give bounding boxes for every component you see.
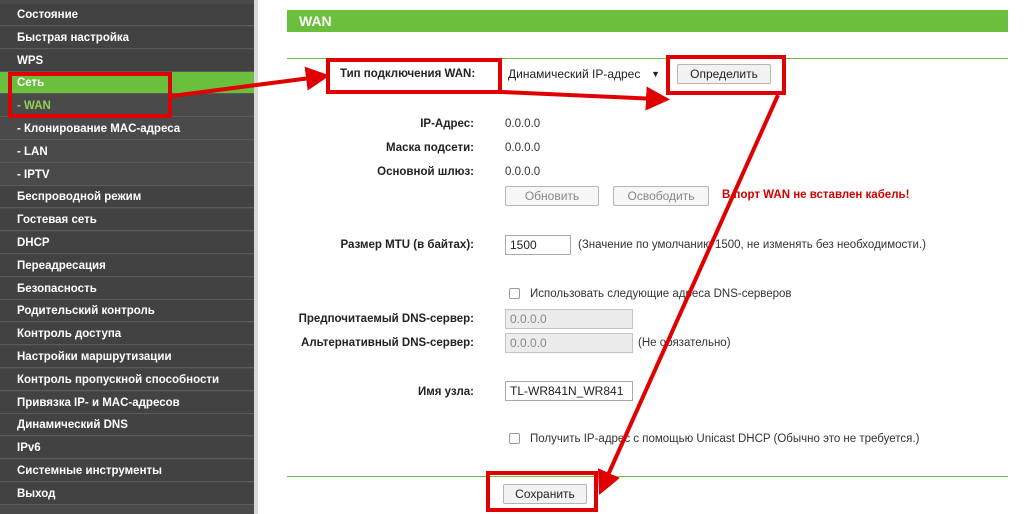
- sidebar-item[interactable]: Родительский контроль: [0, 300, 254, 323]
- hostname-label: Имя узла:: [417, 386, 474, 398]
- sidebar-item[interactable]: Настройки маршрутизации: [0, 346, 254, 368]
- dropdown-arrow-icon: ▼: [651, 69, 660, 79]
- dns-secondary-input[interactable]: 0.0.0.0: [505, 333, 633, 353]
- mtu-input[interactable]: 1500: [505, 235, 571, 255]
- annotation-box-conn-type-label: [326, 58, 502, 94]
- annotation-box-save: [486, 471, 598, 512]
- mask-label: Маска подсети:: [386, 142, 474, 154]
- sidebar-item[interactable]: Контроль доступа: [0, 323, 254, 346]
- dns-secondary-label: Альтернативный DNS-сервер:: [301, 337, 474, 349]
- mtu-label: Размер MTU (в байтах):: [340, 239, 474, 251]
- cable-warning: В порт WAN не вставлен кабель!: [722, 189, 910, 201]
- sidebar-item[interactable]: - IPTV: [0, 163, 254, 186]
- mask-value: 0.0.0.0: [505, 142, 541, 154]
- dns-primary-input[interactable]: 0.0.0.0: [505, 309, 633, 329]
- dns-checkbox-label: Использовать следующие адреса DNS-сервер…: [530, 288, 792, 300]
- sidebar-item[interactable]: - Клонирование MAC-адреса: [0, 118, 254, 140]
- sidebar-item[interactable]: Состояние: [0, 4, 254, 26]
- sidebar-divider: [254, 0, 258, 514]
- sidebar-item[interactable]: Переадресация: [0, 254, 254, 277]
- sidebar-item[interactable]: IPv6: [0, 437, 254, 460]
- sidebar-item[interactable]: Динамический DNS: [0, 414, 254, 437]
- sidebar-item[interactable]: Беспроводной режим: [0, 186, 254, 209]
- conn-type-value: Динамический IP-адрес: [508, 67, 641, 81]
- sidebar-item[interactable]: DHCP: [0, 232, 254, 254]
- sidebar-item[interactable]: Безопасность: [0, 277, 254, 300]
- ip-label: IP-Адрес:: [420, 118, 474, 130]
- sidebar-item[interactable]: Гостевая сеть: [0, 209, 254, 232]
- renew-button[interactable]: Обновить: [505, 186, 599, 206]
- dns-checkbox[interactable]: [509, 288, 520, 299]
- ip-value: 0.0.0.0: [505, 118, 541, 130]
- gateway-label: Основной шлюз:: [377, 166, 474, 178]
- hostname-input[interactable]: TL-WR841N_WR841: [505, 381, 633, 401]
- annotation-box-network: [8, 72, 172, 118]
- sidebar-item[interactable]: Выход: [0, 482, 254, 505]
- sidebar-item[interactable]: Контроль пропускной способности: [0, 368, 254, 391]
- dns-secondary-note: (Не обязательно): [638, 337, 731, 349]
- release-button[interactable]: Освободить: [613, 186, 709, 206]
- annotation-box-detect: [666, 55, 786, 95]
- dns-primary-label: Предпочитаемый DNS-сервер:: [298, 313, 474, 325]
- unicast-label: Получить IP-адрес с помощью Unicast DHCP…: [530, 433, 920, 445]
- sidebar-item[interactable]: Привязка IP- и MAC-адресов: [0, 391, 254, 414]
- bottom-divider: [287, 476, 1008, 477]
- unicast-checkbox[interactable]: [509, 433, 520, 444]
- conn-type-select[interactable]: Динамический IP-адрес ▼: [504, 64, 664, 84]
- arrow-conn-to-detect: [501, 86, 670, 111]
- sidebar-item[interactable]: - LAN: [0, 140, 254, 163]
- page-title: WAN: [287, 10, 1008, 32]
- sidebar-item[interactable]: Быстрая настройка: [0, 26, 254, 49]
- mtu-note: (Значение по умолчанию 1500, не изменять…: [578, 239, 926, 251]
- gateway-value: 0.0.0.0: [505, 166, 541, 178]
- sidebar-item[interactable]: Системные инструменты: [0, 460, 254, 482]
- sidebar-item[interactable]: WPS: [0, 49, 254, 72]
